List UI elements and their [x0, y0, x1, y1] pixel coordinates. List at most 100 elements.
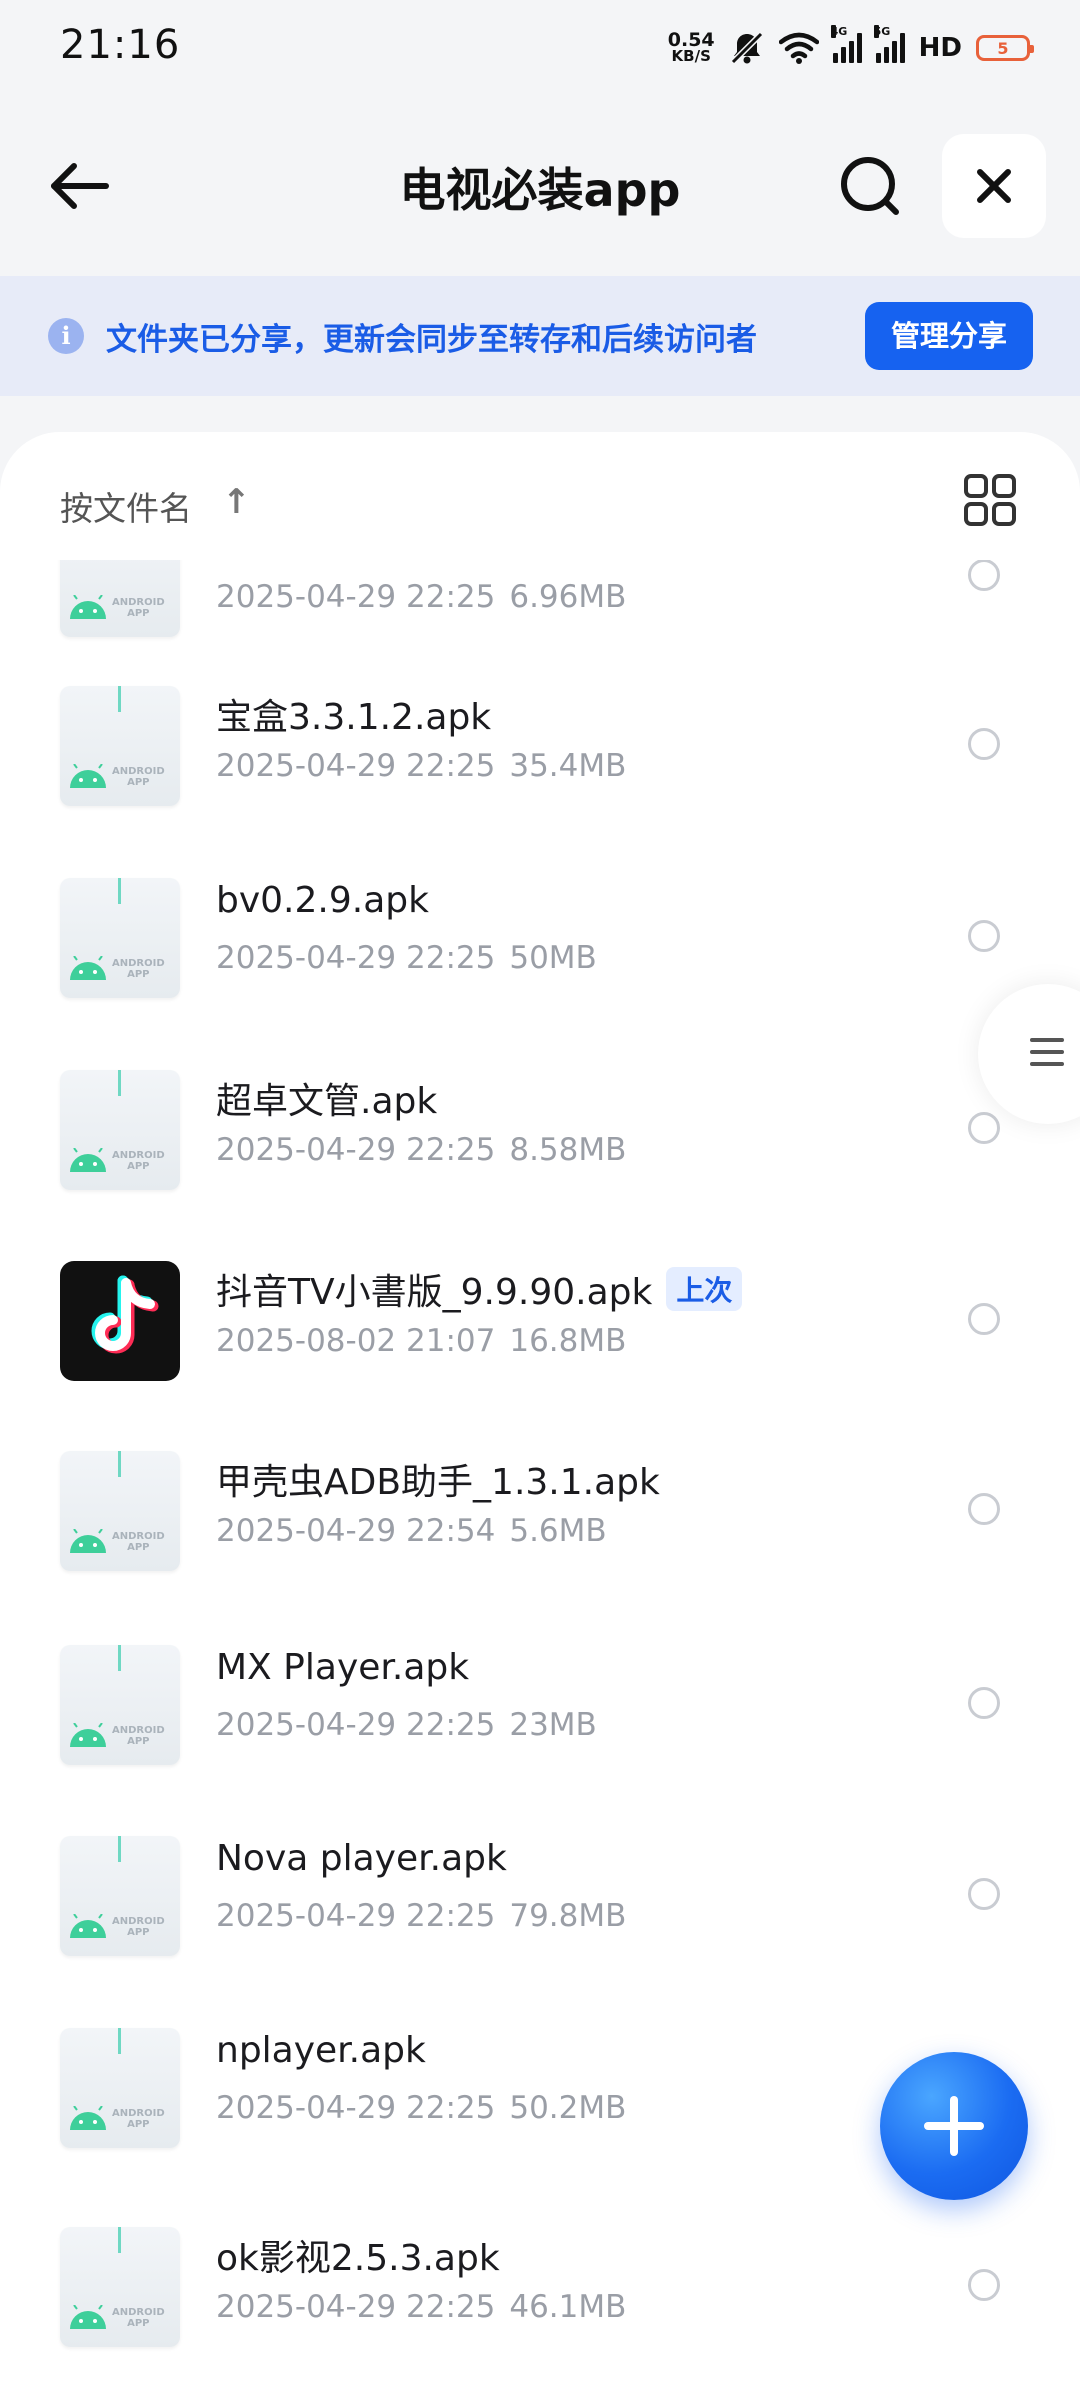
file-meta: 2025-08-02 21:07 16.8MB [216, 1323, 626, 1359]
file-name-text: ok影视2.5.3.apk [216, 2238, 500, 2279]
signal-5g-icon: 5G [873, 25, 905, 63]
file-date: 2025-04-29 22:25 [216, 2090, 496, 2126]
file-date: 2025-04-29 22:54 [216, 1513, 496, 1549]
search-button[interactable] [830, 146, 910, 226]
android-apk-icon: ANDROID APP [60, 686, 180, 806]
file-size: 50.2MB [509, 2090, 627, 2126]
thumb-label-line1: ANDROID [112, 2108, 165, 2119]
file-name: MX Player.apk [216, 1647, 469, 1688]
file-name-text: 抖音TV小書版_9.9.90.apk [216, 1272, 653, 1313]
file-meta: 2025-04-29 22:54 5.6MB [216, 1513, 607, 1549]
file-size: 8.58MB [509, 1132, 627, 1168]
status-bar: 21:16 0.54 KB/S 4G 5G HD 5 [0, 0, 1080, 96]
file-meta: 2025-04-29 22:25 79.8MB [216, 1898, 626, 1934]
file-name: nplayer.apk [216, 2030, 426, 2071]
share-notice-banner: i 文件夹已分享，更新会同步至转存和后续访问者 管理分享 [0, 276, 1080, 396]
file-date: 2025-04-29 22:25 [216, 1707, 496, 1743]
file-size: 23MB [509, 1707, 597, 1743]
select-radio[interactable] [968, 559, 1000, 591]
file-size: 6.96MB [509, 579, 627, 615]
select-radio[interactable] [968, 728, 1000, 760]
thumb-label-line2: APP [127, 2119, 150, 2130]
file-meta: 2025-04-29 22:25 35.4MB [216, 748, 626, 784]
file-size: 5.6MB [509, 1513, 607, 1549]
file-date: 2025-08-02 21:07 [216, 1323, 496, 1359]
file-date: 2025-04-29 22:25 [216, 2289, 496, 2325]
file-name: 抖音TV小書版_9.9.90.apk 上次 [216, 1263, 743, 1315]
sort-by-name-button[interactable]: 按文件名 [60, 482, 192, 530]
file-meta: 2025-04-29 22:25 23MB [216, 1707, 597, 1743]
file-size: 79.8MB [509, 1898, 627, 1934]
android-apk-icon: ANDROID APP [60, 1836, 180, 1956]
battery-level: 5 [997, 38, 1009, 58]
select-radio[interactable] [968, 920, 1000, 952]
thumb-label-line2: APP [127, 2318, 150, 2329]
file-date: 2025-04-29 22:25 [216, 1898, 496, 1934]
sort-direction-icon[interactable]: ↑ [222, 482, 251, 522]
file-size: 46.1MB [509, 2289, 627, 2325]
file-meta: 2025-04-29 22:25 8.58MB [216, 1132, 626, 1168]
file-name: 宝盒3.3.1.2.apk [216, 688, 491, 740]
sort-bar: 按文件名 ↑ [0, 432, 1080, 560]
back-button[interactable] [40, 146, 120, 226]
file-date: 2025-04-29 22:25 [216, 940, 496, 976]
file-size: 16.8MB [509, 1323, 627, 1359]
file-name-text: 甲壳虫ADB助手_1.3.1.apk [216, 1462, 660, 1503]
file-meta: 2025-04-29 22:25 46.1MB [216, 2289, 626, 2325]
thumb-label-line2: APP [127, 608, 150, 619]
status-icons: 0.54 KB/S 4G 5G HD 5 [667, 25, 1034, 70]
select-radio[interactable] [968, 1303, 1000, 1335]
share-notice-text: 文件夹已分享，更新会同步至转存和后续访问者 [106, 322, 757, 358]
file-name: 甲壳虫ADB助手_1.3.1.apk [216, 1453, 660, 1505]
tiktok-icon [60, 1261, 180, 1381]
close-icon [977, 169, 1011, 203]
battery-icon: 5 [976, 35, 1034, 61]
android-apk-icon: ANDROID APP [60, 1070, 180, 1190]
thumb-label-line1: ANDROID [112, 958, 165, 969]
add-fab-button[interactable] [880, 2052, 1028, 2200]
select-radio[interactable] [968, 2269, 1000, 2301]
info-icon: i [48, 318, 84, 354]
thumb-label-line2: APP [127, 969, 150, 980]
file-name-text: bv0.2.9.apk [216, 880, 429, 921]
file-name: 超卓文管.apk [216, 1072, 437, 1124]
android-apk-icon: ANDROID APP [60, 2028, 180, 2148]
net-speed-value: 0.54 [667, 29, 715, 51]
file-meta: 2025-04-29 22:25 50.2MB [216, 2090, 626, 2126]
file-name-text: MX Player.apk [216, 1647, 470, 1688]
file-name: ok影视2.5.3.apk [216, 2229, 500, 2281]
signal-4g-icon: 4G [830, 25, 862, 63]
thumb-label-line2: APP [127, 1161, 150, 1172]
top-app-bar: 电视必装app [0, 96, 1080, 276]
file-date: 2025-04-29 22:25 [216, 579, 496, 615]
hd-indicator: HD [918, 33, 962, 63]
file-name-text: nplayer.apk [216, 2030, 426, 2071]
search-icon [841, 157, 899, 215]
net-speed: 0.54 KB/S [667, 29, 715, 65]
file-meta: 2025-04-29 22:25 6.96MB [216, 579, 626, 615]
select-radio[interactable] [968, 1112, 1000, 1144]
signal-4g-tag: 4G [830, 25, 848, 38]
thumb-label-line1: ANDROID [112, 1725, 165, 1736]
file-size: 35.4MB [509, 748, 627, 784]
close-button[interactable] [942, 134, 1046, 238]
grid-view-button[interactable] [962, 472, 1018, 528]
arrow-left-icon [51, 163, 109, 209]
file-meta: 2025-04-29 22:25 50MB [216, 940, 597, 976]
thumb-label-line1: ANDROID [112, 1531, 165, 1542]
select-radio[interactable] [968, 1493, 1000, 1525]
thumb-label-line2: APP [127, 1542, 150, 1553]
thumb-label-line2: APP [127, 777, 150, 788]
manage-share-button[interactable]: 管理分享 [865, 302, 1033, 370]
file-size: 50MB [509, 940, 597, 976]
thumb-label-line1: ANDROID [112, 766, 165, 777]
select-radio[interactable] [968, 1878, 1000, 1910]
android-apk-icon: ANDROID APP [60, 1451, 180, 1571]
thumb-label-line2: APP [127, 1736, 150, 1747]
wifi-icon [778, 32, 819, 64]
status-time: 21:16 [60, 22, 181, 68]
android-apk-icon: ANDROID APP [60, 1645, 180, 1765]
signal-5g-tag: 5G [873, 25, 891, 38]
grid-view-icon [964, 474, 1016, 526]
select-radio[interactable] [968, 1687, 1000, 1719]
